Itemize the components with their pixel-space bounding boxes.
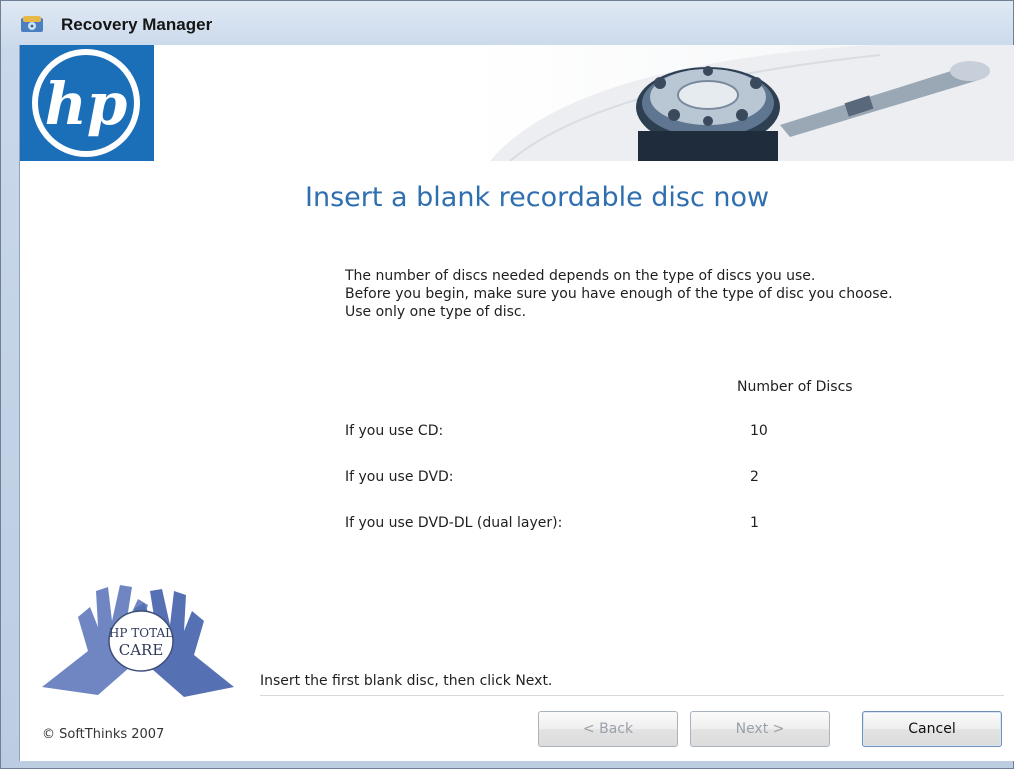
recovery-manager-window: Recovery Manager hp Insert a blank recor… [0, 0, 1014, 769]
disc-count-value: 1 [750, 515, 759, 531]
footer-separator [260, 695, 1004, 696]
hp-total-care-logo: HP TOTAL CARE [42, 585, 234, 697]
hp-logo: hp [20, 45, 154, 161]
header-banner: hp [20, 45, 1014, 161]
total-care-text-bottom: CARE [119, 641, 164, 659]
number-of-discs-header: Number of Discs [737, 379, 853, 395]
total-care-text-top: HP TOTAL [109, 626, 173, 640]
disc-count-value: 2 [750, 469, 759, 485]
recovery-manager-app-icon [21, 16, 43, 32]
disc-row-dvd: If you use DVD: 2 [345, 469, 905, 489]
title-bar[interactable]: Recovery Manager [1, 1, 1013, 45]
page-title: Insert a blank recordable disc now [305, 182, 770, 213]
hp-logo-text: hp [45, 70, 128, 138]
intro-text: The number of discs needed depends on th… [345, 267, 893, 321]
disc-row-dvd-dl: If you use DVD-DL (dual layer): 1 [345, 515, 905, 535]
back-button[interactable]: < Back [538, 711, 678, 747]
instruction-text: Insert the first blank disc, then click … [260, 673, 553, 689]
intro-line: Use only one type of disc. [345, 304, 527, 320]
next-button[interactable]: Next > [690, 711, 830, 747]
copyright-text: © SoftThinks 2007 [42, 727, 165, 742]
wizard-client-area: hp Insert a blank recordable disc now Th… [19, 45, 1014, 761]
disc-type-label: If you use DVD-DL (dual layer): [345, 515, 563, 531]
disc-type-label: If you use DVD: [345, 469, 454, 485]
disc-row-cd: If you use CD: 10 [345, 423, 905, 443]
disc-count-value: 10 [750, 423, 768, 439]
hard-drive-illustration [490, 45, 1014, 161]
intro-line: Before you begin, make sure you have eno… [345, 286, 893, 302]
disc-type-label: If you use CD: [345, 423, 444, 439]
cancel-button[interactable]: Cancel [862, 711, 1002, 747]
window-title: Recovery Manager [61, 15, 213, 34]
intro-line: The number of discs needed depends on th… [345, 268, 816, 284]
